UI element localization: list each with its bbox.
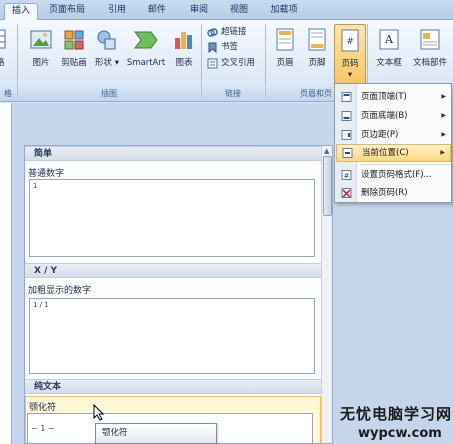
- gallery-scrollbar[interactable]: ▲: [321, 146, 332, 443]
- gallery-item-preview: 1 / 1: [33, 301, 49, 309]
- tab-references[interactable]: 引用: [102, 3, 132, 20]
- footer-button[interactable]: 页脚: [302, 24, 332, 84]
- group-label-table: 格: [0, 87, 16, 101]
- submenu-arrow-icon: ▶: [440, 149, 445, 156]
- header-button[interactable]: 页眉: [268, 24, 302, 84]
- menu-item-format-page-numbers[interactable]: # 设置页码格式(F)...: [336, 166, 451, 184]
- page-bottom-icon: [341, 111, 352, 121]
- insert-chart-button[interactable]: 图表: [165, 24, 203, 84]
- menu-item-label: 页边距(P): [361, 130, 399, 140]
- tab-addins[interactable]: 加载项: [264, 3, 304, 20]
- gallery-item-preview: 1: [33, 182, 38, 190]
- group-label-illustrations: 插图: [18, 87, 200, 101]
- submenu-arrow-icon: ▶: [441, 112, 446, 119]
- menu-item-current-position[interactable]: 当前位置(C) ▶: [336, 144, 451, 162]
- ribbon-tab-strip: 插入 页面布局 引用 邮件 审阅 视图 加载项: [0, 0, 453, 20]
- gallery-section-header: 简单: [25, 146, 321, 161]
- textbox-icon: A: [379, 29, 399, 50]
- delete-page-number-icon: [341, 188, 352, 198]
- scroll-up-icon[interactable]: ▲: [324, 147, 329, 155]
- hyperlink-button[interactable]: 超链接: [207, 26, 247, 39]
- cross-reference-icon: [207, 58, 218, 69]
- submenu-arrow-icon: ▶: [441, 131, 446, 138]
- textbox-label: 文本框: [376, 58, 402, 68]
- gallery-item-title: 加粗显示的数字: [28, 286, 92, 296]
- mouse-cursor-icon: [93, 404, 105, 421]
- cross-reference-button[interactable]: 交叉引用: [207, 57, 255, 70]
- page-number-gallery: 简单 普通数字 1 X / Y 加粗显示的数字 1 / 1 纯文本 颚化符 ~ …: [24, 145, 333, 444]
- header-icon: [276, 28, 294, 51]
- menu-item-label: 页面底端(B): [361, 111, 408, 121]
- menu-item-label: 删除页码(R): [361, 188, 408, 198]
- svg-text:#: #: [344, 172, 350, 180]
- gallery-section-header: 纯文本: [25, 379, 321, 394]
- hyperlink-icon: [207, 28, 218, 37]
- gallery-item-plain-number[interactable]: 1: [29, 179, 315, 257]
- format-page-number-icon: #: [341, 170, 352, 180]
- insert-smartart-button[interactable]: SmartArt: [124, 24, 168, 84]
- menu-item-remove-page-numbers[interactable]: 删除页码(R): [336, 184, 451, 202]
- picture-icon: [30, 30, 52, 49]
- page-top-icon: [341, 92, 352, 102]
- tab-page-layout[interactable]: 页面布局: [44, 3, 90, 20]
- quick-parts-icon: [420, 29, 440, 50]
- menu-item-page-margin[interactable]: 页边距(P) ▶: [336, 126, 451, 144]
- tab-mailings[interactable]: 邮件: [142, 3, 172, 20]
- chart-icon: [175, 32, 192, 49]
- svg-text:#: #: [346, 37, 354, 47]
- clipart-icon: [64, 30, 84, 50]
- table-button-label: 格: [0, 58, 5, 68]
- gallery-scroll-thumb[interactable]: [323, 156, 332, 216]
- menu-item-label: 设置页码格式(F)...: [361, 170, 432, 180]
- watermark-site-name: 无忧电脑学习网: [340, 405, 453, 423]
- quick-parts-label: 文档部件: [412, 58, 447, 68]
- cross-reference-label: 交叉引用: [221, 58, 256, 68]
- textbox-button[interactable]: A 文本框: [371, 24, 407, 84]
- tab-insert[interactable]: 插入: [4, 3, 38, 20]
- gallery-item-preview: ~ 1 ~: [31, 424, 55, 433]
- page-number-button[interactable]: # 页码 ▾: [334, 24, 366, 87]
- gallery-section-header: X / Y: [25, 263, 321, 278]
- footer-icon: [308, 28, 326, 51]
- svg-text:A: A: [384, 33, 394, 46]
- tab-review[interactable]: 审阅: [184, 3, 214, 20]
- gallery-item-title: 普通数字: [28, 169, 65, 179]
- watermark-site-url: wypcw.com: [358, 426, 442, 441]
- quick-parts-button[interactable]: 文档部件: [410, 24, 450, 84]
- bookmark-label: 书签: [221, 42, 239, 52]
- document-page-edge: [0, 103, 12, 444]
- tab-view[interactable]: 视图: [224, 3, 254, 20]
- menu-item-label: 当前位置(C): [362, 148, 409, 158]
- group-label-links: 链接: [202, 87, 264, 101]
- current-position-icon: [342, 148, 353, 158]
- hyperlink-label: 超链接: [221, 27, 247, 37]
- menu-item-page-top[interactable]: 页面顶端(T) ▶: [336, 88, 451, 106]
- table-button-partial[interactable]: 格: [0, 24, 14, 84]
- shapes-icon: [97, 30, 116, 50]
- menu-item-page-bottom[interactable]: 页面底端(B) ▶: [336, 107, 451, 125]
- table-icon: [0, 29, 6, 49]
- bookmark-button[interactable]: 书签: [207, 41, 238, 54]
- page-number-label: 页码 ▾: [341, 59, 359, 80]
- gallery-item-bold-number[interactable]: 1 / 1: [29, 298, 315, 374]
- bookmark-icon: [208, 42, 217, 53]
- insert-shapes-button[interactable]: 形状 ▾: [88, 24, 126, 84]
- page-number-icon: #: [341, 29, 359, 52]
- submenu-arrow-icon: ▶: [441, 93, 446, 100]
- gallery-tooltip: 颚化符: [95, 423, 217, 444]
- page-number-menu: 页面顶端(T) ▶ 页面底端(B) ▶ 页边距(P) ▶ 当前位置(C) ▶ #…: [334, 83, 452, 203]
- gallery-item-title: 颚化符: [29, 403, 57, 413]
- smartart-icon: [134, 31, 158, 49]
- menu-item-label: 页面顶端(T): [361, 92, 407, 102]
- page-margin-icon: [341, 130, 352, 140]
- menu-separator: [360, 164, 450, 165]
